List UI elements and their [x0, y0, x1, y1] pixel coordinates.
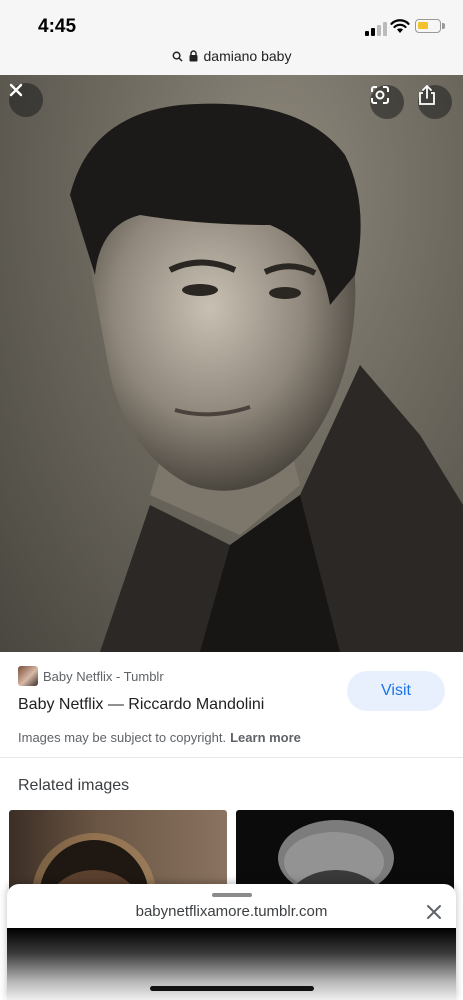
share-button[interactable] [418, 85, 452, 119]
related-images-heading: Related images [18, 777, 130, 794]
lens-search-button[interactable] [370, 85, 404, 119]
share-icon [419, 85, 435, 105]
lens-icon [371, 86, 389, 104]
source-favicon [18, 666, 38, 686]
source-preview-sheet[interactable]: babynetflixamore.tumblr.com [7, 884, 456, 1000]
result-info-panel: Baby Netflix - Tumblr Baby Netflix — Ric… [0, 652, 463, 758]
copyright-text: Images may be subject to copyright. [18, 730, 227, 745]
status-bar: 4:45 damiano baby [0, 0, 463, 75]
sheet-drag-handle[interactable] [212, 893, 252, 897]
close-icon [427, 905, 441, 919]
source-name[interactable]: Baby Netflix - Tumblr [43, 669, 164, 684]
visit-button[interactable]: Visit [347, 671, 445, 711]
search-icon [172, 51, 183, 62]
copyright-notice: Images may be subject to copyright. Learn… [18, 730, 301, 745]
result-title[interactable]: Baby Netflix — Riccardo Mandolini [18, 696, 264, 714]
sheet-url: babynetflixamore.tumblr.com [135, 903, 328, 920]
url-text: damiano baby [203, 48, 292, 64]
battery-icon [415, 19, 445, 33]
cellular-signal-icon [365, 22, 387, 36]
home-indicator[interactable] [150, 986, 314, 991]
close-icon [9, 83, 23, 97]
lock-icon [189, 50, 198, 62]
address-bar[interactable]: damiano baby [0, 48, 463, 68]
portrait-illustration [70, 103, 463, 652]
sheet-close-button[interactable] [422, 900, 446, 924]
main-image [0, 75, 463, 652]
learn-more-link[interactable]: Learn more [230, 730, 301, 745]
wifi-icon [390, 19, 410, 33]
close-image-button[interactable] [9, 83, 43, 117]
clock: 4:45 [38, 16, 77, 37]
